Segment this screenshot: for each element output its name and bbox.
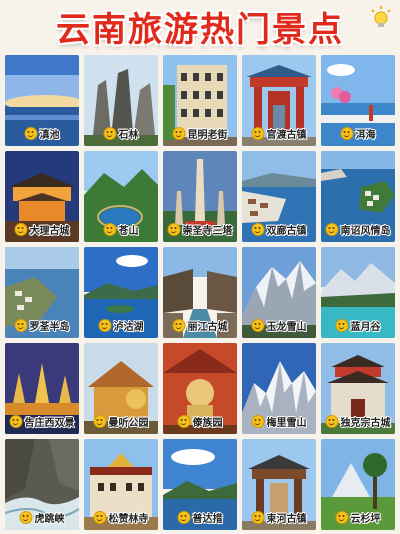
- attraction-tile-dukezong[interactable]: 独克宗古城: [321, 343, 395, 434]
- smiley-face-icon: [172, 127, 186, 140]
- attraction-tile-tiger-leaping-gorge[interactable]: 虎跳峡: [5, 439, 79, 530]
- attraction-label: 傣族园: [192, 418, 223, 429]
- smiley-face-icon: [177, 415, 191, 428]
- attraction-tile-luoquan[interactable]: 罗荃半岛: [5, 247, 79, 338]
- attraction-tile-three-pagodas[interactable]: 崇圣寺三塔: [163, 151, 237, 242]
- attraction-tile-erhai[interactable]: 洱海: [321, 55, 395, 146]
- header: 云南旅游热门景点: [0, 0, 400, 52]
- attraction-tile-gaozhuang[interactable]: 告庄西双景: [5, 343, 79, 434]
- attraction-tile-lugu-lake[interactable]: 泸沽湖: [84, 247, 158, 338]
- attraction-label: 束河古镇: [266, 514, 307, 525]
- smiley-face-icon: [103, 127, 117, 140]
- attraction-tile-guandu[interactable]: 官渡古镇: [242, 55, 316, 146]
- attraction-label: 独克宗古城: [340, 418, 391, 429]
- attraction-tile-pudacuo[interactable]: 普达措: [163, 439, 237, 530]
- attraction-tile-kunming-old-street[interactable]: 昆明老街: [163, 55, 237, 146]
- attraction-label: 云杉坪: [350, 514, 381, 525]
- attraction-label: 松赞林寺: [108, 514, 149, 525]
- attraction-label: 普达措: [192, 514, 223, 525]
- attraction-label: 南诏风情岛: [340, 226, 391, 237]
- attraction-label: 玉龙雪山: [266, 322, 307, 333]
- smiley-face-icon: [177, 511, 191, 524]
- smiley-face-icon: [251, 319, 265, 332]
- smiley-face-icon: [19, 511, 33, 524]
- smiley-face-icon: [103, 223, 117, 236]
- attraction-label: 曼听公园: [108, 418, 149, 429]
- attraction-tile-cangshan[interactable]: 苍山: [84, 151, 158, 242]
- attraction-tile-dai-garden[interactable]: 傣族园: [163, 343, 237, 434]
- attraction-tile-lijiang[interactable]: 丽江古城: [163, 247, 237, 338]
- smiley-face-icon: [14, 223, 28, 236]
- attraction-label: 告庄西双景: [24, 418, 75, 429]
- attraction-label: 丽江古城: [187, 322, 228, 333]
- smiley-face-icon: [98, 319, 112, 332]
- attraction-label: 石林: [118, 130, 139, 141]
- attraction-grid: 滇池 石林 昆明老街 官渡古镇 洱海 大理古城 苍山 崇圣寺三塔 双廊古镇 南诏…: [5, 55, 395, 531]
- attraction-label: 官渡古镇: [266, 130, 307, 141]
- attraction-tile-blue-moon-valley[interactable]: 蓝月谷: [321, 247, 395, 338]
- smiley-face-icon: [14, 319, 28, 332]
- attraction-label: 昆明老街: [187, 130, 228, 141]
- smiley-face-icon: [251, 511, 265, 524]
- attraction-tile-songzanlin[interactable]: 松赞林寺: [84, 439, 158, 530]
- smiley-face-icon: [325, 223, 339, 236]
- lightbulb-icon: [371, 6, 391, 27]
- attraction-tile-meili[interactable]: 梅里雪山: [242, 343, 316, 434]
- attraction-label: 大理古城: [29, 226, 70, 237]
- smiley-face-icon: [251, 415, 265, 428]
- smiley-face-icon: [251, 127, 265, 140]
- smiley-face-icon: [24, 127, 38, 140]
- attraction-tile-yulong[interactable]: 玉龙雪山: [242, 247, 316, 338]
- attraction-label: 泸沽湖: [113, 322, 144, 333]
- smiley-face-icon: [93, 511, 107, 524]
- attraction-label: 洱海: [355, 130, 376, 141]
- smiley-face-icon: [9, 415, 23, 428]
- smiley-face-icon: [335, 511, 349, 524]
- smiley-face-icon: [172, 319, 186, 332]
- attraction-tile-shuanglang[interactable]: 双廊古镇: [242, 151, 316, 242]
- attraction-label: 梅里雪山: [266, 418, 307, 429]
- attraction-label: 苍山: [118, 226, 139, 237]
- smiley-face-icon: [93, 415, 107, 428]
- page-title: 云南旅游热门景点: [56, 9, 344, 50]
- smiley-face-icon: [251, 223, 265, 236]
- smiley-face-icon: [340, 127, 354, 140]
- attraction-tile-shuhe[interactable]: 束河古镇: [242, 439, 316, 530]
- attraction-tile-nanzhao-island[interactable]: 南诏风情岛: [321, 151, 395, 242]
- attraction-tile-dali[interactable]: 大理古城: [5, 151, 79, 242]
- attraction-label: 崇圣寺三塔: [182, 226, 233, 237]
- attraction-label: 虎跳峡: [34, 514, 65, 525]
- attraction-tile-shilin[interactable]: 石林: [84, 55, 158, 146]
- attraction-tile-manting-park[interactable]: 曼听公园: [84, 343, 158, 434]
- attraction-label: 蓝月谷: [350, 322, 381, 333]
- smiley-face-icon: [325, 415, 339, 428]
- attraction-label: 滇池: [39, 130, 60, 141]
- attraction-label: 双廊古镇: [266, 226, 307, 237]
- attraction-label: 罗荃半岛: [29, 322, 70, 333]
- attraction-tile-yunshanping[interactable]: 云杉坪: [321, 439, 395, 530]
- smiley-face-icon: [335, 319, 349, 332]
- attraction-tile-dianchi[interactable]: 滇池: [5, 55, 79, 146]
- smiley-face-icon: [167, 223, 181, 236]
